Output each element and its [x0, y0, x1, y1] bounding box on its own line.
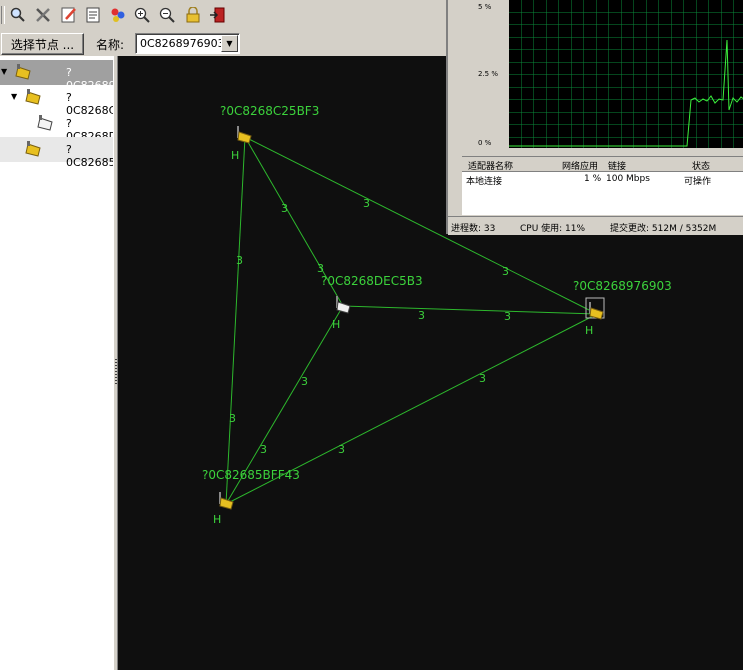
link-weight-label: 3: [301, 375, 308, 388]
link-weight-label: 3: [229, 412, 236, 425]
node-label: ?0C8268DEC5B3: [321, 274, 423, 288]
network-usage-graph: [509, 0, 743, 148]
tree-item[interactable]: ?0C82685: [0, 137, 116, 169]
node-tree: ▼ ?0C82689 ▼ ?0C8268C ?0C8268D ?0C82685: [0, 56, 117, 670]
name-combobox-value: 0C8268976903: [140, 37, 225, 50]
process-count: 进程数: 33: [451, 224, 496, 234]
exit-icon[interactable]: [207, 5, 227, 25]
node-icon[interactable]: [585, 297, 605, 320]
node-icon[interactable]: [336, 296, 351, 314]
node-role-label: H: [585, 324, 593, 337]
zoom-out-icon[interactable]: [157, 5, 177, 25]
toolbar-separator: [1, 6, 5, 24]
network-graph-panel: 5 % 2.5 % 0 %: [462, 0, 743, 150]
column-header[interactable]: 状态: [692, 159, 710, 172]
tree-item[interactable]: ?0C8268D: [0, 111, 117, 143]
link-weight-label: 3: [236, 254, 243, 267]
zoom-in-icon[interactable]: [132, 5, 152, 25]
adapter-state: 可操作: [684, 177, 712, 187]
link-weight-label: 3: [260, 443, 267, 456]
name-label: 名称:: [96, 38, 125, 52]
select-nodes-button[interactable]: 选择节点 ...: [1, 33, 84, 55]
edit-icon[interactable]: [59, 5, 79, 25]
splitter-grip-icon[interactable]: [115, 359, 117, 385]
node-label: ?0C82685BFF43: [202, 468, 300, 482]
expand-toggle-icon[interactable]: ▼: [1, 67, 7, 76]
task-manager-window: 5 % 2.5 % 0 % 适配器名称 网络应用 链接 状态 本地连接 1 % …: [446, 0, 743, 235]
status-bar: 进程数: 33 CPU 使用: 11% 提交更改: 512M / 5352M: [448, 216, 743, 235]
adapter-name[interactable]: 本地连接: [466, 174, 502, 187]
link-weight-label: 3: [281, 202, 288, 215]
adapter-list-header: 适配器名称 网络应用 链接 状态: [462, 157, 743, 172]
search-icon[interactable]: [8, 5, 28, 25]
tree-item[interactable]: ▼ ?0C82689: [0, 60, 116, 92]
map-link: [342, 305, 598, 315]
link-weight-label: 3: [363, 197, 370, 210]
tools-icon[interactable]: [33, 5, 53, 25]
tree-item-label: ?0C82685: [66, 143, 116, 169]
node-icon: [37, 115, 53, 131]
link-weight-label: 3: [504, 310, 511, 323]
column-header[interactable]: 适配器名称: [468, 159, 513, 172]
node-icon: [25, 141, 41, 157]
node-label: ?0C8268976903: [573, 279, 672, 293]
toolbar: [0, 0, 447, 30]
cpu-usage: CPU 使用: 11%: [520, 224, 586, 234]
map-link: [225, 136, 246, 505]
commit-charge: 提交更改: 512M / 5352M: [610, 224, 717, 234]
add-node-icon[interactable]: [108, 5, 128, 25]
node-label: ?0C8268C25BF3: [220, 104, 319, 118]
link-weight-label: 3: [502, 265, 509, 278]
filter-bar: 选择节点 ... 名称: 0C8268976903 ▼: [0, 30, 447, 56]
lock-icon[interactable]: [183, 5, 203, 25]
link-weight-label: 3: [338, 443, 345, 456]
adapter-usage: 1 %: [584, 174, 602, 184]
name-combobox[interactable]: 0C8268976903 ▼: [135, 33, 240, 54]
tree-item[interactable]: ▼ ?0C8268C: [0, 85, 116, 117]
properties-icon[interactable]: [83, 5, 103, 25]
column-header[interactable]: 链接: [608, 159, 626, 172]
node-icon: [15, 64, 31, 80]
column-header[interactable]: 网络应用: [562, 159, 598, 172]
graph-scale-label: 2.5 %: [478, 70, 499, 78]
node-icon[interactable]: [237, 126, 252, 144]
node-role-label: H: [231, 149, 239, 162]
graph-scale-label: 0 %: [478, 139, 492, 147]
expand-toggle-icon[interactable]: ▼: [11, 92, 17, 101]
node-icon: [25, 89, 41, 105]
link-weight-label: 3: [479, 372, 486, 385]
adapter-list: 适配器名称 网络应用 链接 状态 本地连接 1 % 100 Mbps 可操作: [462, 156, 743, 215]
graph-scale-label: 5 %: [478, 3, 492, 11]
link-weight-label: 3: [418, 309, 425, 322]
node-role-label: H: [213, 513, 221, 526]
adapter-speed: 100 Mbps: [606, 174, 650, 184]
chevron-down-icon[interactable]: ▼: [221, 35, 238, 52]
node-role-label: H: [332, 318, 340, 331]
